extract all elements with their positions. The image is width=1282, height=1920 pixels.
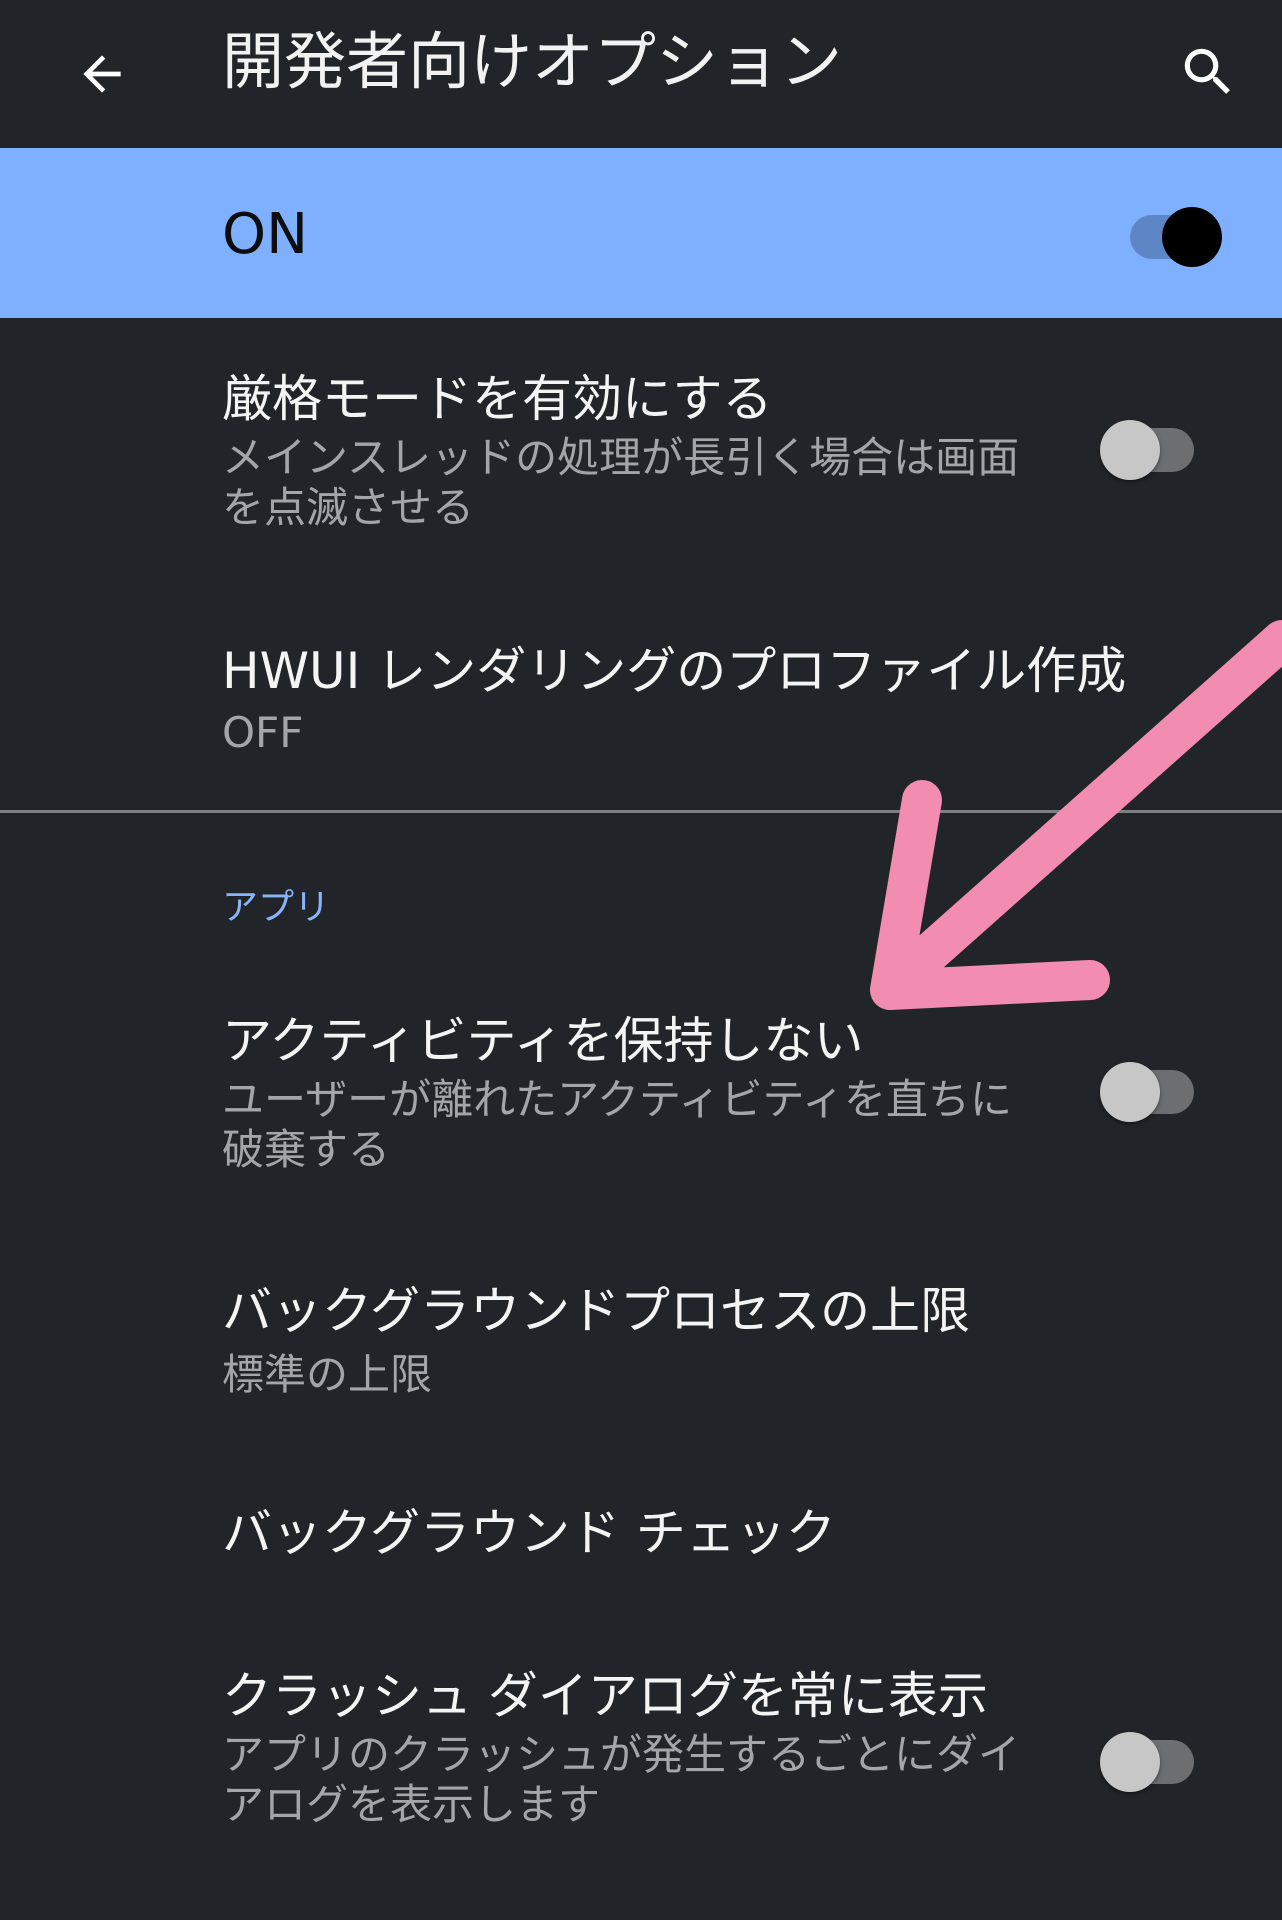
pref-title: クラッシュ ダイアログを常に表示 xyxy=(222,1667,988,1725)
pref-title: 厳格モードを有効にする xyxy=(222,370,773,428)
search-button[interactable] xyxy=(1158,22,1258,122)
search-icon xyxy=(1184,48,1230,94)
pref-dont-keep-activities[interactable]: アクティビティを保持しない ユーザーが離れたアクティビティを直ちに破棄する xyxy=(0,960,1282,1190)
pref-summary: メインスレッドの処理が長引く場合は画面を点滅させる xyxy=(222,433,1020,532)
dont-keep-activities-toggle[interactable] xyxy=(1100,1048,1200,1122)
section-header-apps: アプリ xyxy=(222,887,331,928)
crash-dialog-toggle[interactable] xyxy=(1100,1718,1200,1792)
strict-mode-toggle[interactable] xyxy=(1100,406,1200,480)
main-switch-toggle[interactable] xyxy=(1124,193,1224,267)
pref-hwui-profile[interactable]: HWUI レンダリングのプロファイル作成 OFF xyxy=(0,600,1282,780)
main-switch-bar[interactable]: ON xyxy=(0,148,1282,318)
switch-thumb xyxy=(1100,1062,1160,1122)
switch-thumb xyxy=(1100,1732,1160,1792)
divider xyxy=(0,810,1282,813)
pref-summary: アプリのクラッシュが発生するごとにダイアログを表示します xyxy=(222,1730,1021,1829)
main-switch-label: ON xyxy=(222,202,308,267)
pref-title: HWUI レンダリングのプロファイル作成 xyxy=(222,642,1127,700)
pref-title: バックグラウンドプロセスの上限 xyxy=(222,1282,970,1340)
pref-summary: 標準の上限 xyxy=(222,1350,433,1399)
pref-show-crash-dialog[interactable]: クラッシュ ダイアログを常に表示 アプリのクラッシュが発生するごとにダイアログを… xyxy=(0,1620,1282,1860)
pref-strict-mode[interactable]: 厳格モードを有効にする メインスレッドの処理が長引く場合は画面を点滅させる xyxy=(0,318,1282,548)
back-button[interactable] xyxy=(52,24,152,124)
arrow-back-icon xyxy=(83,55,121,93)
pref-background-check[interactable]: バックグラウンド チェック xyxy=(0,1480,1282,1590)
app-bar: 開発者向けオプション xyxy=(0,0,1282,148)
switch-thumb xyxy=(1162,207,1222,267)
pref-summary: ユーザーが離れたアクティビティを直ちに破棄する xyxy=(222,1075,1013,1174)
switch-thumb xyxy=(1100,420,1160,480)
pref-title: バックグラウンド チェック xyxy=(222,1504,836,1562)
pref-background-process-limit[interactable]: バックグラウンドプロセスの上限 標準の上限 xyxy=(0,1240,1282,1420)
page-title: 開発者向けオプション xyxy=(222,25,843,98)
pref-summary: OFF xyxy=(222,708,304,757)
pref-title: アクティビティを保持しない xyxy=(222,1012,864,1070)
